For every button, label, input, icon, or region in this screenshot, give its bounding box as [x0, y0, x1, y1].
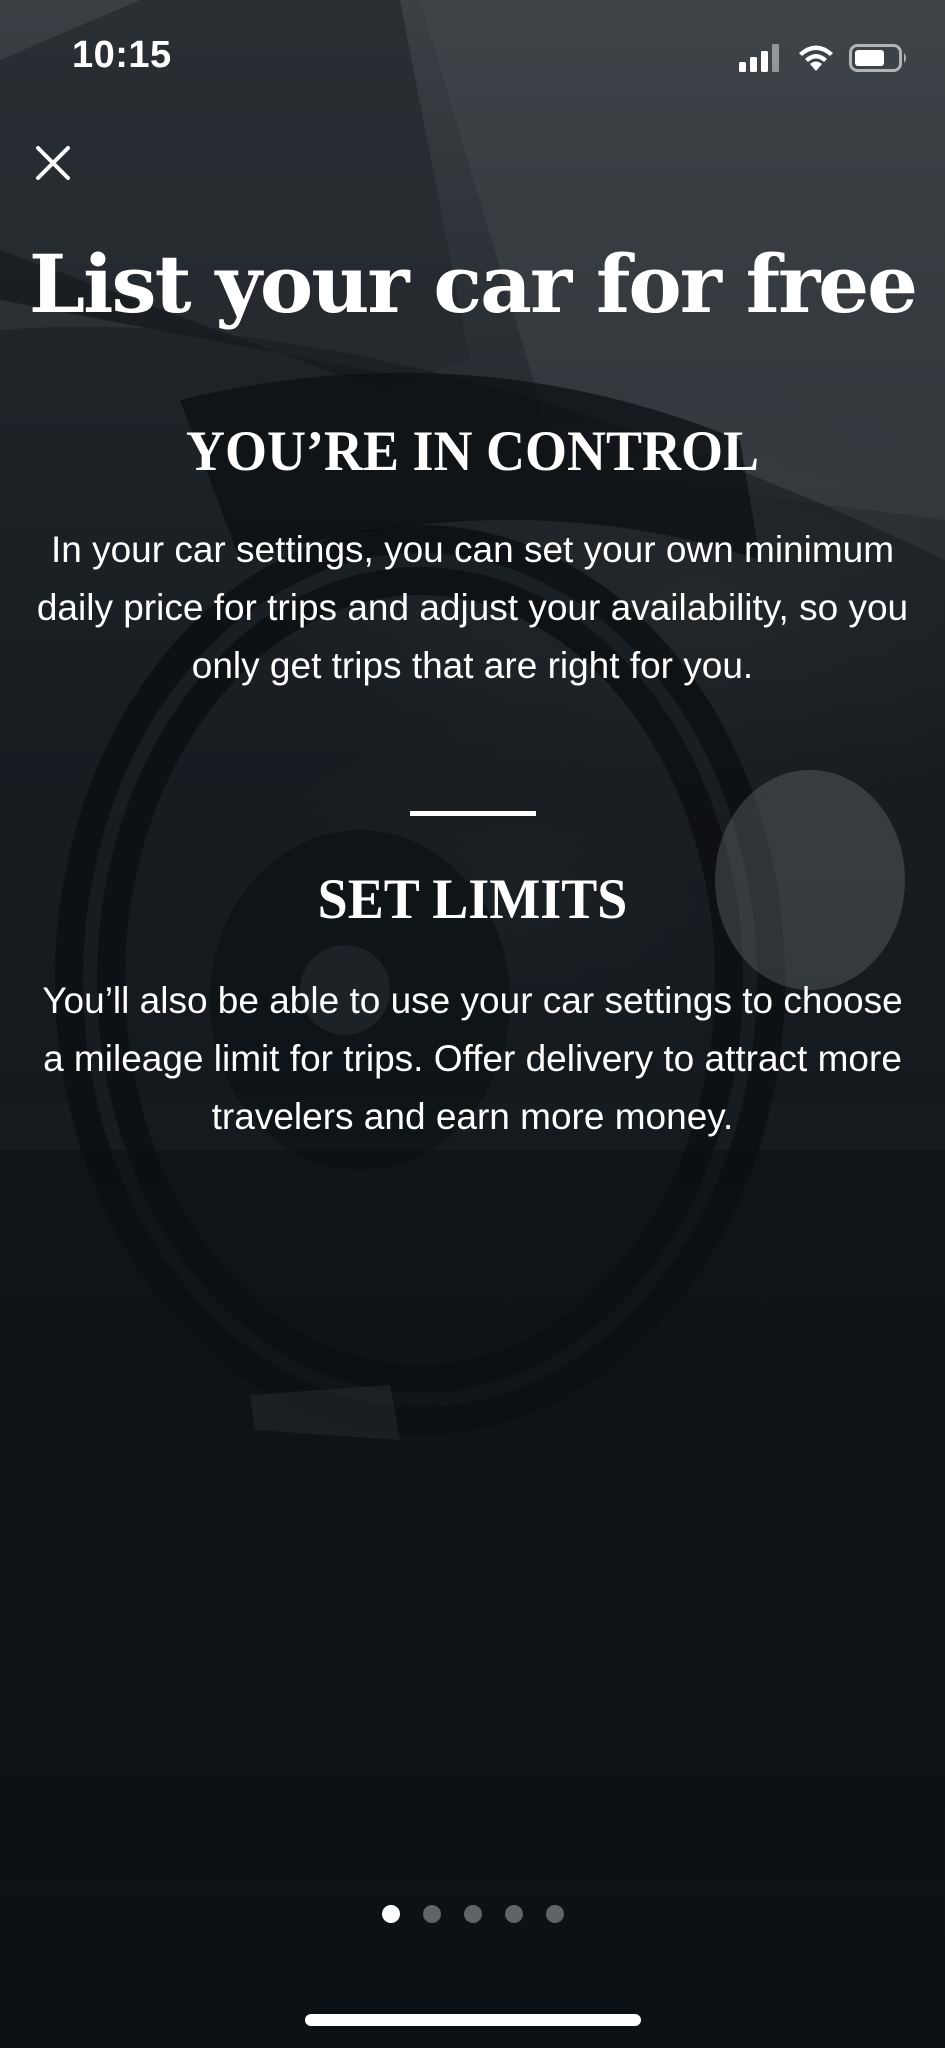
page-dot-5[interactable] — [545, 1905, 564, 1923]
close-icon — [36, 146, 70, 180]
battery-icon — [849, 43, 909, 78]
page-dot-3[interactable] — [463, 1905, 482, 1923]
page-dot-4[interactable] — [504, 1905, 523, 1923]
close-button[interactable] — [28, 138, 78, 188]
home-indicator[interactable] — [305, 2014, 641, 2026]
page-title: List your car for free — [28, 237, 918, 331]
onboarding-screen: 10:15 List your car for free YOU’RE IN C… — [0, 0, 945, 2048]
section-divider — [410, 811, 536, 816]
status-time: 10:15 — [72, 34, 172, 76]
section-body-limits: You’ll also be able to use your car sett… — [42, 980, 903, 1137]
section-heading-control: YOU’RE IN CONTROL — [185, 419, 760, 483]
cellular-signal-icon — [739, 43, 783, 77]
page-dot-2[interactable] — [422, 1905, 441, 1923]
status-icons — [739, 40, 909, 80]
wifi-icon — [797, 43, 835, 78]
page-indicator — [0, 1905, 945, 1923]
status-bar: 10:15 — [0, 0, 945, 120]
page-dot-1[interactable] — [381, 1905, 400, 1923]
section-heading-limits: SET LIMITS — [317, 867, 628, 931]
section-body-control: In your car settings, you can set your o… — [36, 529, 909, 686]
